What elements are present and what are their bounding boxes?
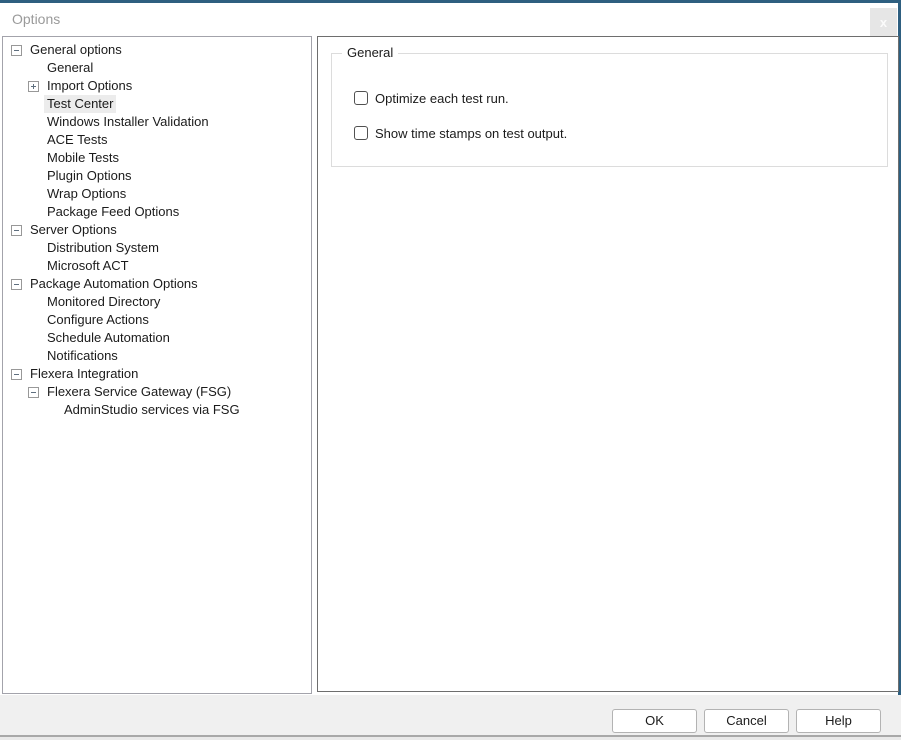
tree-item[interactable]: Package Feed Options <box>3 203 311 221</box>
tree-item-label: Package Feed Options <box>44 203 182 221</box>
tree-item[interactable]: Test Center <box>3 95 311 113</box>
optimize-test-run-checkbox[interactable] <box>354 91 368 105</box>
tree-item-label: Configure Actions <box>44 311 152 329</box>
tree-item[interactable]: Distribution System <box>3 239 311 257</box>
cancel-button[interactable]: Cancel <box>704 709 789 733</box>
tree-item-label: AdminStudio services via FSG <box>61 401 243 419</box>
glyph-spacer <box>28 333 39 344</box>
expand-icon[interactable] <box>28 81 39 92</box>
tree-item[interactable]: Server Options <box>3 221 311 239</box>
tree-item[interactable]: Package Automation Options <box>3 275 311 293</box>
tree-item-label: Microsoft ACT <box>44 257 132 275</box>
tree-item-label: Server Options <box>27 221 120 239</box>
checkbox-label: Show time stamps on test output. <box>375 126 567 141</box>
tree-item-label: General <box>44 59 96 77</box>
tree-item-label: Flexera Service Gateway (FSG) <box>44 383 234 401</box>
glyph-spacer <box>28 207 39 218</box>
collapse-icon[interactable] <box>11 279 22 290</box>
collapse-icon[interactable] <box>28 387 39 398</box>
tree-item-label: Monitored Directory <box>44 293 163 311</box>
tree-item-label: Wrap Options <box>44 185 129 203</box>
glyph-spacer <box>28 297 39 308</box>
glyph-spacer <box>28 117 39 128</box>
tree-item[interactable]: Microsoft ACT <box>3 257 311 275</box>
tree-item-label: Distribution System <box>44 239 162 257</box>
dialog-footer: OK Cancel Help <box>0 695 901 735</box>
tree-item-label: Plugin Options <box>44 167 135 185</box>
glyph-spacer <box>28 261 39 272</box>
tree-item-label: Notifications <box>44 347 121 365</box>
close-icon: x <box>880 15 887 30</box>
tree-item[interactable]: Flexera Service Gateway (FSG) <box>3 383 311 401</box>
tree-item-label: General options <box>27 41 125 59</box>
glyph-spacer <box>28 351 39 362</box>
tree-item[interactable]: Windows Installer Validation <box>3 113 311 131</box>
show-timestamps-checkbox[interactable] <box>354 126 368 140</box>
help-button[interactable]: Help <box>796 709 881 733</box>
glyph-spacer <box>28 243 39 254</box>
tree-item[interactable]: Monitored Directory <box>3 293 311 311</box>
tree-item[interactable]: Flexera Integration <box>3 365 311 383</box>
collapse-icon[interactable] <box>11 45 22 56</box>
tree-item[interactable]: ACE Tests <box>3 131 311 149</box>
glyph-spacer <box>28 99 39 110</box>
collapse-icon[interactable] <box>11 369 22 380</box>
ok-button[interactable]: OK <box>612 709 697 733</box>
collapse-icon[interactable] <box>11 225 22 236</box>
tree-item-label: Mobile Tests <box>44 149 122 167</box>
tree-item-label: Windows Installer Validation <box>44 113 212 131</box>
glyph-spacer <box>28 171 39 182</box>
tree-item-label: Test Center <box>44 95 116 113</box>
general-group-box: General Optimize each test run. Show tim… <box>331 53 888 167</box>
glyph-spacer <box>28 63 39 74</box>
tree-item[interactable]: Wrap Options <box>3 185 311 203</box>
glyph-spacer <box>28 135 39 146</box>
tree-item[interactable]: Import Options <box>3 77 311 95</box>
options-tree[interactable]: General optionsGeneralImport OptionsTest… <box>2 36 312 694</box>
glyph-spacer <box>28 153 39 164</box>
glyph-spacer <box>28 189 39 200</box>
tree-item-label: Package Automation Options <box>27 275 201 293</box>
tree-item[interactable]: Notifications <box>3 347 311 365</box>
window-title: Options <box>12 11 60 27</box>
tree-item-label: Schedule Automation <box>44 329 173 347</box>
glyph-spacer <box>28 315 39 326</box>
tree-item[interactable]: General <box>3 59 311 77</box>
tree-item[interactable]: General options <box>3 41 311 59</box>
group-box-title: General <box>342 45 398 60</box>
tree-item[interactable]: AdminStudio services via FSG <box>3 401 311 419</box>
show-timestamps-row[interactable]: Show time stamps on test output. <box>354 125 567 141</box>
tree-item[interactable]: Plugin Options <box>3 167 311 185</box>
optimize-test-run-row[interactable]: Optimize each test run. <box>354 90 509 106</box>
tree-item-label: Import Options <box>44 77 135 95</box>
window-top-accent-border <box>0 0 901 3</box>
tree-item[interactable]: Configure Actions <box>3 311 311 329</box>
settings-content-panel: General Optimize each test run. Show tim… <box>317 36 899 692</box>
tree-item-label: ACE Tests <box>44 131 110 149</box>
tree-item[interactable]: Mobile Tests <box>3 149 311 167</box>
options-dialog: Options x General optionsGeneralImport O… <box>0 0 901 740</box>
tree-item-label: Flexera Integration <box>27 365 141 383</box>
close-button[interactable]: x <box>870 8 897 36</box>
tree-item[interactable]: Schedule Automation <box>3 329 311 347</box>
checkbox-label: Optimize each test run. <box>375 91 509 106</box>
glyph-spacer <box>45 405 56 416</box>
